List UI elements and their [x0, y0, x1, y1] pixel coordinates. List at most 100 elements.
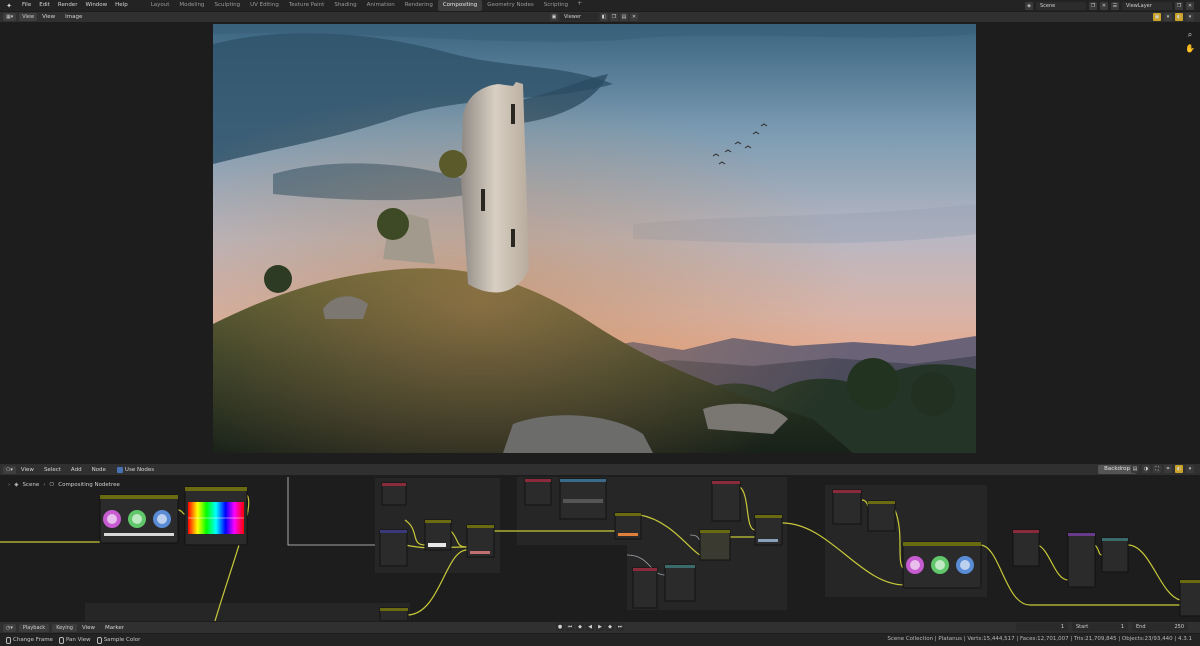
node-graph [0, 477, 1200, 621]
add-workspace-button[interactable]: + [573, 0, 586, 11]
node[interactable] [559, 478, 607, 520]
color-balance-node-2[interactable] [902, 541, 982, 589]
start-frame-field[interactable]: Start 1 [1072, 623, 1128, 631]
node-editor-type-dropdown[interactable]: ⎔▾ [3, 465, 16, 474]
tab-modeling[interactable]: Modeling [174, 0, 209, 11]
node[interactable] [1067, 532, 1096, 588]
node[interactable] [754, 514, 783, 546]
node[interactable] [1179, 579, 1200, 617]
tab-layout[interactable]: Layout [146, 0, 175, 11]
node[interactable] [466, 524, 495, 558]
breadcrumb-scene[interactable]: Scene [22, 482, 39, 488]
node-canvas[interactable] [0, 475, 1200, 621]
copy-view-layer-icon[interactable]: ❐ [1175, 1, 1183, 10]
node[interactable] [381, 482, 407, 506]
tab-geometry-nodes[interactable]: Geometry Nodes [482, 0, 538, 11]
unlink-image-icon[interactable]: ✕ [630, 13, 638, 21]
snap-icon[interactable]: ⌗ [1164, 465, 1172, 473]
backdrop-channels-icon[interactable]: ▤ [1131, 465, 1139, 473]
tab-sculpting[interactable]: Sculpting [209, 0, 245, 11]
display-channels-icon[interactable]: ▣ [1153, 13, 1161, 21]
open-image-icon[interactable]: ▤ [620, 13, 628, 21]
timeline-editor-type-dropdown[interactable]: ◷▾ [3, 623, 16, 632]
fake-user-icon[interactable]: ◧ [600, 13, 608, 21]
menu-view[interactable]: View [37, 14, 60, 20]
current-frame-field[interactable]: 1 [1016, 623, 1068, 631]
backdrop-fit-icon[interactable]: ⛶ [1153, 465, 1161, 473]
overlay-icon[interactable]: ◐ [1175, 13, 1183, 21]
next-keyframe-icon[interactable]: ◆ [606, 623, 614, 631]
top-right-controls: ◈ Scene ❐ ✕ ☰ ViewLayer ❐ ✕ [1025, 0, 1200, 11]
playback-dropdown[interactable]: Playback [18, 623, 50, 632]
node[interactable] [664, 564, 696, 602]
image-browse-icon[interactable]: ▣ [550, 13, 558, 21]
node-menu-select[interactable]: Select [39, 467, 66, 473]
timeline-menu-marker[interactable]: Marker [100, 625, 129, 631]
node[interactable] [379, 529, 408, 567]
backdrop-alpha-icon[interactable]: ◑ [1142, 465, 1150, 473]
node[interactable] [524, 478, 552, 506]
tab-scripting[interactable]: Scripting [539, 0, 573, 11]
node-overlay-icon[interactable]: ◐ [1175, 465, 1183, 473]
tab-animation[interactable]: Animation [362, 0, 400, 11]
node-menu-view[interactable]: View [16, 467, 39, 473]
node-menu-node[interactable]: Node [87, 467, 111, 473]
editor-type-dropdown[interactable]: ▦▾ [3, 13, 17, 21]
menu-window[interactable]: Window [81, 0, 111, 11]
view-layer-icon[interactable]: ☰ [1111, 1, 1119, 10]
node[interactable] [1012, 529, 1040, 567]
tab-shading[interactable]: Shading [329, 0, 361, 11]
scene-icon[interactable]: ◈ [1025, 1, 1033, 10]
menu-edit[interactable]: Edit [35, 0, 54, 11]
menu-image[interactable]: Image [60, 14, 87, 20]
menu-help[interactable]: Help [111, 0, 132, 11]
hue-correct-node[interactable] [184, 486, 248, 546]
mode-dropdown[interactable]: View [19, 13, 38, 21]
gizmo-dropdown-icon[interactable]: ▾ [1164, 13, 1172, 21]
node[interactable] [379, 607, 409, 621]
use-nodes-checkbox[interactable] [116, 466, 123, 473]
delete-view-layer-icon[interactable]: ✕ [1186, 1, 1194, 10]
tab-rendering[interactable]: Rendering [400, 0, 438, 11]
node[interactable] [1101, 537, 1129, 573]
blender-logo-icon[interactable]: ✦ [4, 2, 14, 10]
tab-texture-paint[interactable]: Texture Paint [284, 0, 330, 11]
node[interactable] [699, 529, 731, 561]
record-icon[interactable]: ● [556, 623, 564, 631]
delete-scene-icon[interactable]: ✕ [1100, 1, 1108, 10]
end-frame-field[interactable]: End 250 [1132, 623, 1188, 631]
tab-uv-editing[interactable]: UV Editing [245, 0, 284, 11]
node[interactable] [711, 480, 741, 522]
menu-render[interactable]: Render [54, 0, 82, 11]
workspace-tabs: Layout Modeling Sculpting UV Editing Tex… [146, 0, 587, 11]
keying-dropdown[interactable]: Keying [52, 623, 77, 632]
play-icon[interactable]: ▶ [596, 623, 604, 631]
jump-end-icon[interactable]: ⏭ [616, 623, 624, 631]
breadcrumb-nodetree[interactable]: Compositing Nodetree [58, 482, 120, 488]
node[interactable] [614, 512, 642, 540]
menu-file[interactable]: File [18, 0, 35, 11]
play-reverse-icon[interactable]: ◀ [586, 623, 594, 631]
copy-scene-icon[interactable]: ❐ [1089, 1, 1097, 10]
color-balance-node[interactable] [99, 494, 179, 544]
image-editor-canvas[interactable]: ⌕ ✋ [0, 22, 1200, 458]
node-menu-add[interactable]: Add [66, 467, 87, 473]
node[interactable] [867, 500, 896, 532]
scene-selector[interactable]: Scene [1036, 1, 1086, 10]
node[interactable] [832, 489, 862, 525]
tab-compositing[interactable]: Compositing [437, 0, 483, 11]
viewer-name[interactable]: Viewer Node [560, 13, 598, 28]
prev-keyframe-icon[interactable]: ◆ [576, 623, 584, 631]
pan-hand-icon[interactable]: ✋ [1185, 44, 1195, 54]
node-overlay-dropdown-icon[interactable]: ▾ [1186, 465, 1194, 473]
timeline-menu-view[interactable]: View [77, 625, 100, 631]
hint-sample-color: Sample Color [96, 636, 140, 644]
node[interactable] [424, 519, 452, 551]
node[interactable] [632, 567, 658, 609]
zoom-icon[interactable]: ⌕ [1185, 30, 1195, 40]
overlay-dropdown-icon[interactable]: ▾ [1186, 13, 1194, 21]
node-link-white [287, 477, 375, 546]
jump-start-icon[interactable]: ⏮ [566, 623, 574, 631]
new-image-icon[interactable]: ❐ [610, 13, 618, 21]
view-layer-selector[interactable]: ViewLayer [1122, 1, 1172, 10]
